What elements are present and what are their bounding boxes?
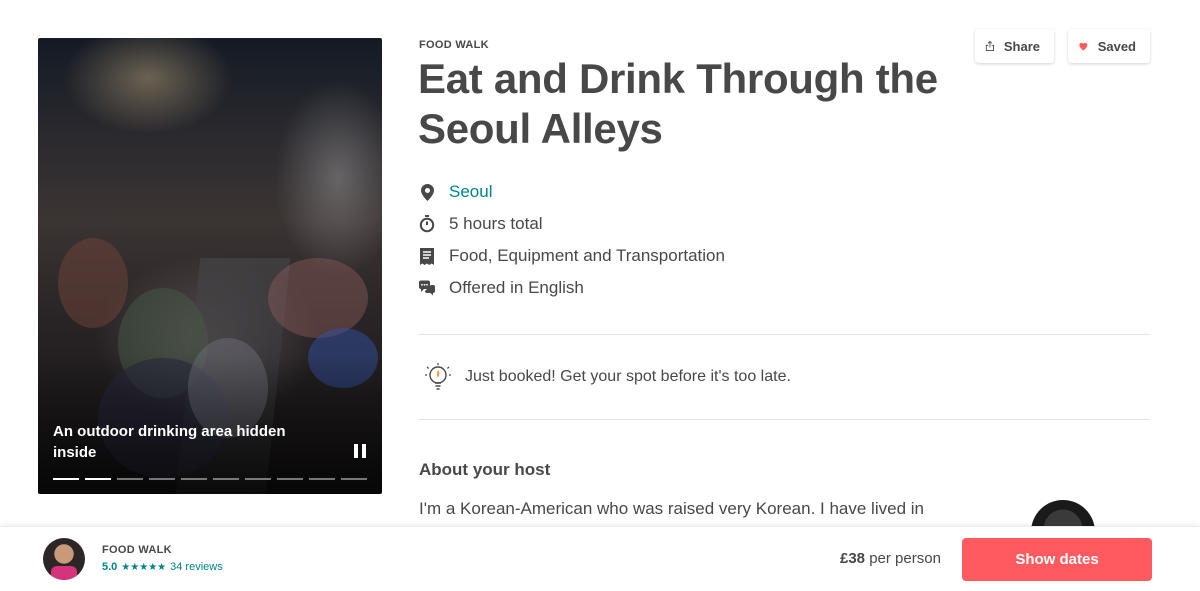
heart-icon (1079, 42, 1088, 51)
language-text: Offered in English (449, 278, 584, 297)
divider (419, 419, 1150, 420)
progress-segment (53, 478, 79, 480)
rating-stars-icon: ★★★★★ (121, 561, 167, 573)
progress-segment (341, 478, 367, 480)
host-bio: I'm a Korean-American who was raised ver… (419, 499, 924, 518)
divider (419, 334, 1150, 335)
story-caption: An outdoor drinking area hidden inside (53, 423, 286, 461)
experience-facts: Seoul 5 hours total Food, Equipment and … (418, 176, 725, 304)
includes-text: Food, Equipment and Transportation (449, 246, 725, 265)
just-booked-text: Just booked! Get your spot before it's t… (465, 368, 791, 385)
just-booked-notice: Just booked! Get your spot before it's t… (424, 362, 791, 392)
experience-category: FOOD WALK (419, 39, 489, 51)
pause-icon[interactable] (354, 444, 366, 458)
reviews-count: 34 reviews (170, 561, 223, 573)
progress-segment (277, 478, 303, 480)
rating-score: 5.0 (102, 561, 118, 573)
progress-segment (149, 478, 175, 480)
price-per-person: £38 per person (840, 550, 941, 567)
booking-bar: FOOD WALK 5.0 ★★★★★ 34 reviews £38 per p… (0, 526, 1200, 591)
story-progress (53, 478, 367, 480)
progress-segment (309, 478, 335, 480)
photo-crowd (268, 258, 368, 338)
progress-segment (181, 478, 207, 480)
experience-photo-story[interactable]: An outdoor drinking area hidden inside (38, 38, 382, 494)
chat-bubbles-icon (418, 279, 436, 297)
receipt-icon (418, 247, 436, 265)
share-icon (985, 40, 994, 52)
saved-label: Saved (1097, 38, 1136, 54)
rating-summary[interactable]: 5.0 ★★★★★ 34 reviews (102, 561, 223, 573)
progress-segment (245, 478, 271, 480)
lightbulb-icon (425, 363, 451, 390)
share-label: Share (1003, 38, 1040, 54)
photo-crowd (58, 238, 128, 328)
fact-language: Offered in English (418, 272, 725, 304)
clock-icon (418, 215, 436, 233)
fact-duration: 5 hours total (418, 208, 725, 240)
progress-segment (213, 478, 239, 480)
fact-location: Seoul (418, 176, 725, 208)
show-dates-button[interactable]: Show dates (962, 538, 1152, 581)
fact-includes: Food, Equipment and Transportation (418, 240, 725, 272)
saved-button[interactable]: Saved (1068, 29, 1150, 63)
price-amount: £38 (840, 550, 866, 567)
location-pin-icon (418, 183, 436, 201)
location-link[interactable]: Seoul (449, 182, 492, 202)
host-avatar-small (43, 538, 85, 580)
price-suffix: per person (869, 550, 941, 567)
about-host-heading: About your host (419, 460, 551, 479)
progress-segment (117, 478, 143, 480)
share-button[interactable]: Share (975, 29, 1054, 63)
progress-segment (85, 478, 111, 480)
page-title: Eat and Drink Through the Seoul Alleys (418, 55, 938, 152)
duration-text: 5 hours total (449, 214, 543, 233)
booking-bar-category: FOOD WALK (102, 544, 172, 556)
